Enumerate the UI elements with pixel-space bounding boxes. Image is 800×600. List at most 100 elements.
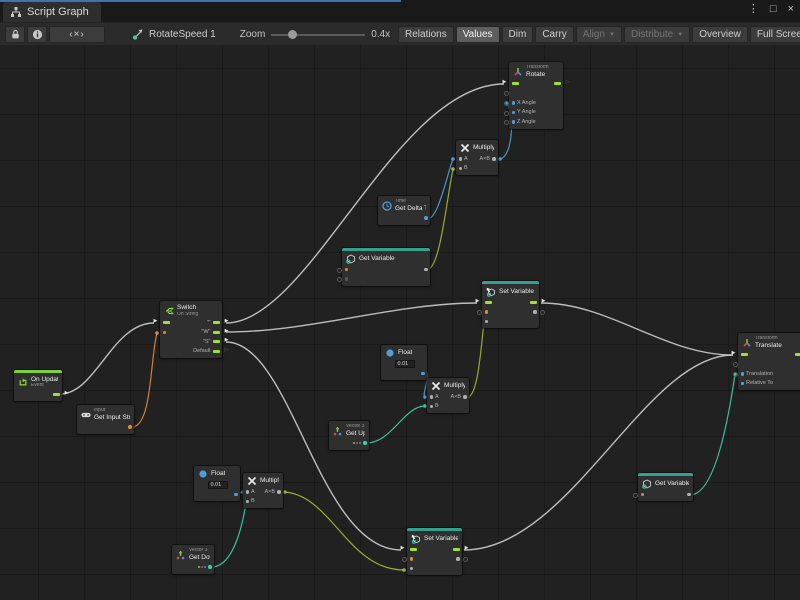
- node-multiply-bottom[interactable]: MultiplyAA×BB: [243, 473, 283, 508]
- output-port-value[interactable]: [234, 493, 238, 497]
- node-header: TransformRotate: [509, 62, 563, 79]
- output-port-value[interactable]: [687, 493, 691, 497]
- input-port-flow[interactable]: ▶: [741, 353, 748, 356]
- node-get-variable-1[interactable]: Get Variable: [342, 248, 430, 286]
- output-port-value[interactable]: [128, 425, 132, 429]
- output-port-flow[interactable]: ▶: [213, 340, 220, 343]
- graph-asset-icon: [132, 28, 144, 40]
- graph-canvas[interactable]: TransformRotate▶▷X AngleY AngleZ AngleMu…: [0, 45, 800, 600]
- input-port-value[interactable]: [430, 405, 434, 409]
- node-subtitle: Event: [31, 383, 58, 389]
- tab-title: Script Graph: [27, 6, 89, 18]
- input-port-value[interactable]: [485, 310, 489, 314]
- lock-button[interactable]: [5, 26, 25, 43]
- input-port-value[interactable]: [459, 167, 463, 171]
- zoom-to-fit-button[interactable]: ‹×›: [49, 26, 105, 43]
- value-input[interactable]: 0.01: [208, 481, 228, 490]
- output-port-flow[interactable]: ▶: [453, 548, 460, 551]
- input-port-value[interactable]: [345, 268, 349, 272]
- input-port-value[interactable]: [459, 157, 463, 161]
- toolbar-button-overview[interactable]: Overview: [692, 26, 748, 43]
- tab-script-graph[interactable]: Script Graph: [3, 2, 101, 22]
- input-port-value[interactable]: [410, 557, 414, 561]
- node-get-input-string[interactable]: InputGet Input String: [77, 405, 134, 434]
- input-port-value[interactable]: [741, 372, 745, 376]
- toolbar-button-dim[interactable]: Dim: [502, 26, 534, 43]
- input-port-value[interactable]: [485, 320, 489, 324]
- output-port-value[interactable]: [424, 216, 428, 220]
- node-multiply-top[interactable]: MultiplyAA×BB: [456, 140, 498, 175]
- input-port-flow[interactable]: ▶: [485, 301, 492, 304]
- toolbar-button-full-screen[interactable]: Full Screen: [750, 26, 800, 43]
- output-port-flow[interactable]: ▷: [213, 350, 220, 353]
- output-port-value[interactable]: [277, 490, 281, 494]
- node-title: Switch: [177, 304, 198, 312]
- input-port-value[interactable]: [512, 91, 516, 95]
- input-port-value[interactable]: [741, 382, 745, 386]
- output-port-flow[interactable]: ▶: [213, 331, 220, 334]
- node-port-row: [509, 89, 563, 99]
- node-float-1[interactable]: Float0.01: [381, 345, 427, 380]
- port-label: A: [435, 394, 439, 400]
- node-get-up[interactable]: Vector 3Get Up: [329, 421, 369, 450]
- node-title: Get Delta Time: [395, 205, 426, 213]
- node-set-variable-2[interactable]: Set Variable▶▶: [407, 528, 462, 575]
- input-port-value[interactable]: [512, 120, 516, 124]
- toolbar-button-align[interactable]: Align▼: [576, 26, 622, 43]
- inspect-button[interactable]: [27, 26, 47, 43]
- node-get-down[interactable]: Vector 3Get Down: [172, 545, 214, 574]
- node-rotate[interactable]: TransformRotate▶▷X AngleY AngleZ Angle: [509, 62, 563, 129]
- output-port-value[interactable]: [198, 565, 212, 569]
- input-port-value[interactable]: [410, 567, 414, 571]
- output-port-value[interactable]: [463, 395, 467, 399]
- input-port-value[interactable]: [246, 490, 250, 494]
- output-port-value[interactable]: [421, 372, 425, 376]
- input-port-value[interactable]: [430, 395, 434, 399]
- output-port-value[interactable]: [456, 557, 460, 561]
- input-port-flow[interactable]: ▶: [410, 548, 417, 551]
- toolbar-button-values[interactable]: Values: [456, 26, 500, 43]
- input-port-value[interactable]: [246, 500, 250, 504]
- input-port-value[interactable]: [345, 277, 349, 281]
- node-title: Float: [211, 470, 225, 478]
- node-float-2[interactable]: Float 0.01: [194, 466, 240, 501]
- toolbar-button-relations[interactable]: Relations: [398, 26, 454, 43]
- input-port-value[interactable]: [163, 331, 167, 335]
- node-get-variable-2[interactable]: Get Variable: [638, 473, 693, 501]
- output-port-value[interactable]: [492, 157, 496, 161]
- input-port-value[interactable]: [641, 493, 645, 497]
- node-translate[interactable]: TransformTranslate▶▷TranslationRelative …: [738, 333, 800, 390]
- output-port-value[interactable]: [533, 310, 537, 314]
- node-title: Get Variable: [359, 255, 395, 263]
- output-port-value[interactable]: [424, 268, 428, 272]
- toolbar-button-distribute[interactable]: Distribute▼: [624, 26, 690, 43]
- zoom-slider-handle[interactable]: [288, 30, 297, 39]
- output-port-flow[interactable]: ▶: [530, 301, 537, 304]
- input-port-value[interactable]: [741, 362, 745, 366]
- input-port-value[interactable]: [512, 101, 516, 105]
- output-port-value[interactable]: [353, 441, 367, 445]
- zoom-slider[interactable]: [271, 26, 365, 43]
- output-port-flow[interactable]: ▶: [213, 321, 220, 324]
- node-port-row: "S"▶: [160, 337, 222, 347]
- node-set-variable-1[interactable]: Set Variable▶▶: [482, 281, 539, 328]
- node-get-delta-time[interactable]: TimeGet Delta Time: [378, 196, 430, 225]
- input-port-flow[interactable]: ▶: [512, 82, 519, 85]
- output-port-flow[interactable]: ▷: [554, 82, 561, 85]
- maximize-icon[interactable]: □: [770, 2, 777, 16]
- node-switch-on-string[interactable]: SwitchOn String▶""▶"W"▶"S"▶Default▷: [160, 301, 222, 358]
- node-multiply-mid[interactable]: MultiplyAA×BB: [427, 378, 469, 413]
- output-port-flow[interactable]: ▷: [795, 353, 800, 356]
- node-on-update[interactable]: On UpdateEvent▶: [14, 370, 62, 401]
- toolbar-button-carry[interactable]: Carry: [535, 26, 573, 43]
- value-input[interactable]: 0.01: [395, 360, 415, 369]
- variable-icon: [346, 254, 356, 264]
- input-port-flow[interactable]: ▶: [163, 321, 170, 324]
- input-port-value[interactable]: [512, 111, 516, 115]
- close-icon[interactable]: ×: [788, 2, 794, 16]
- kebab-icon[interactable]: ⋮: [748, 2, 759, 16]
- output-port-flow[interactable]: ▶: [53, 393, 60, 396]
- graph-reference[interactable]: RotateSpeed 1: [132, 28, 216, 40]
- vector3-icon: [176, 550, 186, 560]
- toolbar-button-label: Distribute: [631, 29, 673, 40]
